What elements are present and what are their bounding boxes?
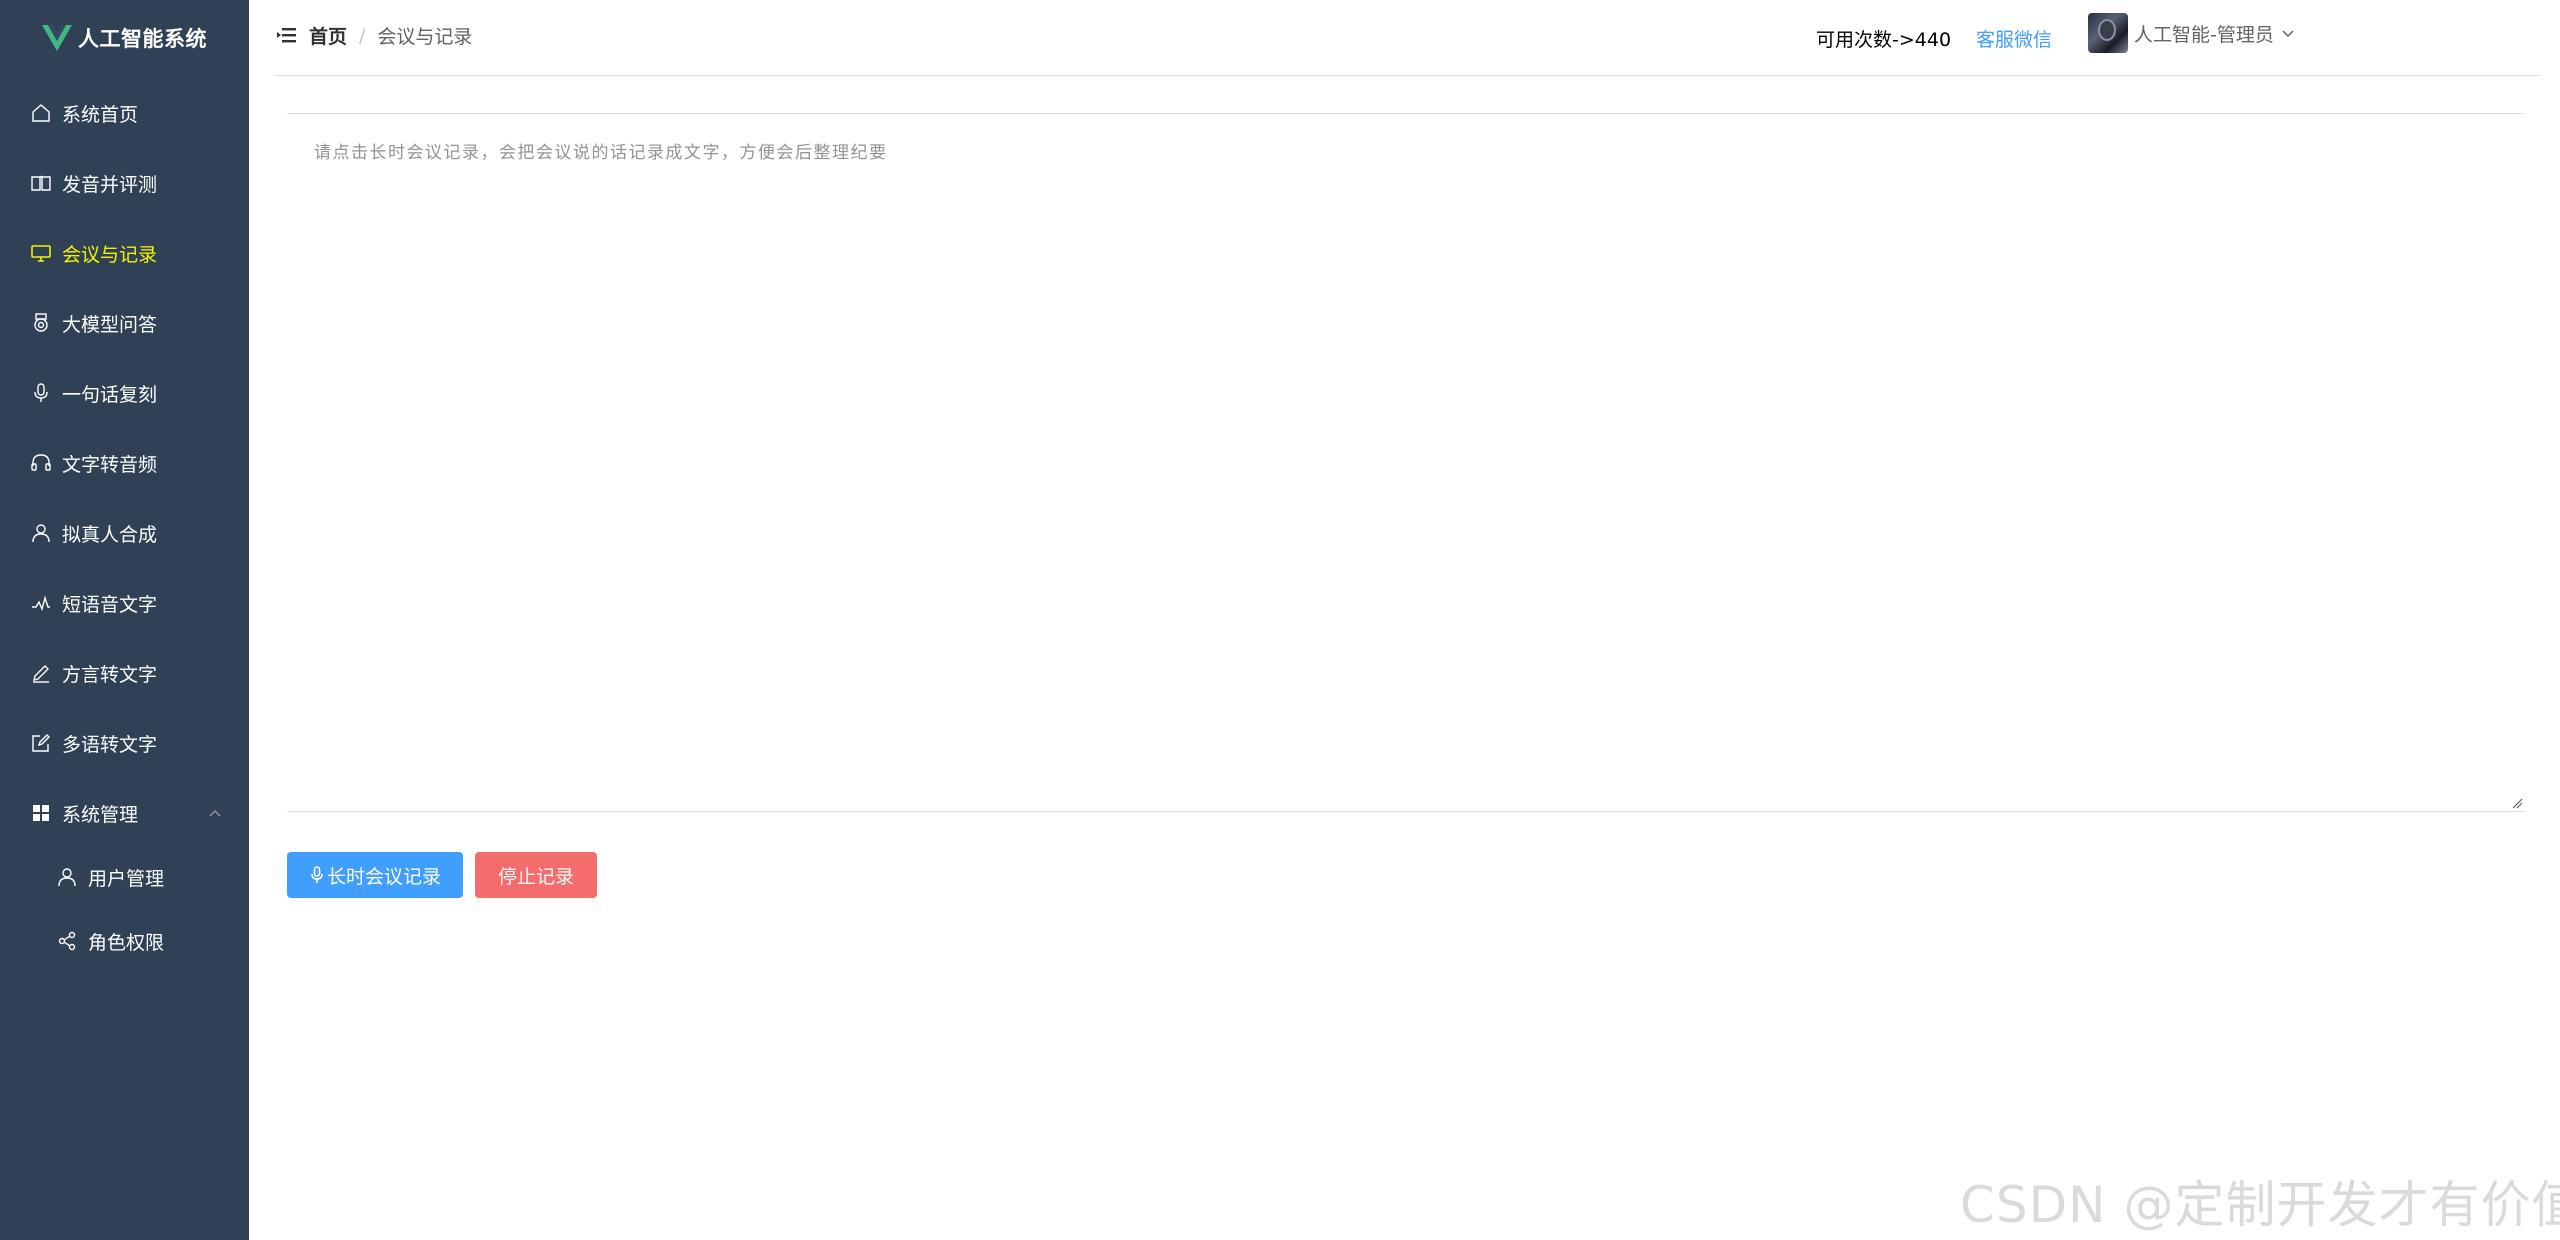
medal-icon (28, 310, 54, 336)
book-icon (28, 170, 54, 196)
sidebar-item-label: 方言转文字 (62, 663, 158, 686)
microphone-icon (28, 380, 54, 406)
sidebar-item-meeting[interactable]: 会议与记录 (0, 218, 249, 288)
breadcrumb-current: 会议与记录 (377, 26, 473, 48)
sidebar-item-label: 文字转音频 (62, 453, 158, 476)
sidebar-item-human-synthesis[interactable]: 拟真人合成 (0, 498, 249, 568)
meeting-notes-textarea[interactable] (287, 114, 2525, 811)
start-long-recording-button[interactable]: 长时会议记录 (287, 852, 463, 898)
sidebar-item-dialect[interactable]: 方言转文字 (0, 638, 249, 708)
microphone-icon (311, 866, 323, 883)
sidebar-item-label: 用户管理 (88, 867, 165, 890)
pen-icon (28, 660, 54, 686)
user-name: 人工智能-管理员 (2134, 23, 2274, 46)
sidebar-item-home[interactable]: 系统首页 (0, 78, 249, 148)
sidebar: 人工智能系统 系统首页 发音并评测 会议与记录 大模型问答 一句话复刻 文字转音… (0, 0, 249, 1240)
sidebar-item-label: 短语音文字 (62, 593, 158, 616)
user-icon (54, 864, 80, 890)
vue-logo-icon (42, 24, 72, 51)
sidebar-item-label: 拟真人合成 (62, 523, 158, 546)
breadcrumb-separator: / (359, 24, 366, 47)
sidebar-item-label: 发音并评测 (62, 173, 158, 196)
meeting-notes-container (287, 113, 2525, 812)
sidebar-item-multilingual[interactable]: 多语转文字 (0, 708, 249, 778)
user-icon (28, 520, 54, 546)
grid-icon (28, 800, 54, 826)
chevron-down-icon (2282, 30, 2294, 38)
usage-count: 可用次数->440 (1816, 29, 1952, 51)
sidebar-item-role-permissions[interactable]: 角色权限 (0, 909, 249, 973)
sidebar-item-tts[interactable]: 文字转音频 (0, 428, 249, 498)
chevron-up-icon (209, 809, 221, 817)
avatar (2088, 13, 2128, 53)
resize-handle-icon[interactable] (2511, 797, 2523, 809)
customer-service-link[interactable]: 客服微信 (1976, 25, 2052, 52)
sidebar-item-label: 系统首页 (62, 103, 139, 126)
app-root: 人工智能系统 系统首页 发音并评测 会议与记录 大模型问答 一句话复刻 文字转音… (0, 0, 2560, 1240)
home-icon (28, 100, 54, 126)
audio-wave-icon (28, 590, 54, 616)
headset-icon (28, 450, 54, 476)
monitor-icon (28, 240, 54, 266)
breadcrumb: 首页 / 会议与记录 (309, 22, 472, 49)
breadcrumb-home[interactable]: 首页 (309, 22, 347, 49)
sidebar-item-pronunciation[interactable]: 发音并评测 (0, 148, 249, 218)
sidebar-item-user-management[interactable]: 用户管理 (0, 845, 249, 909)
logo: 人工智能系统 (0, 0, 249, 75)
app-title: 人工智能系统 (78, 26, 207, 51)
sidebar-item-system-management[interactable]: 系统管理 (0, 778, 249, 848)
stop-button-label: 停止记录 (497, 865, 574, 888)
start-button-label: 长时会议记录 (326, 865, 441, 888)
sidebar-item-label: 角色权限 (88, 931, 165, 954)
sidebar-item-label: 一句话复刻 (62, 383, 158, 406)
sidebar-item-label: 系统管理 (62, 803, 139, 826)
stop-recording-button[interactable]: 停止记录 (475, 852, 597, 898)
sidebar-item-voice-clone[interactable]: 一句话复刻 (0, 358, 249, 428)
hamburger-menu-icon[interactable] (277, 25, 297, 45)
edit-icon (28, 730, 54, 756)
sidebar-item-label: 多语转文字 (62, 733, 158, 756)
watermark: CSDN @定制开发才有价值 (1960, 1176, 2560, 1234)
sidebar-item-short-speech[interactable]: 短语音文字 (0, 568, 249, 638)
sidebar-item-llm-qa[interactable]: 大模型问答 (0, 288, 249, 358)
sidebar-item-label: 大模型问答 (62, 313, 158, 336)
user-dropdown[interactable]: 人工智能-管理员 (2088, 13, 2296, 53)
share-icon (54, 928, 80, 954)
sidebar-item-label: 会议与记录 (62, 243, 158, 266)
header-divider (274, 75, 2540, 76)
